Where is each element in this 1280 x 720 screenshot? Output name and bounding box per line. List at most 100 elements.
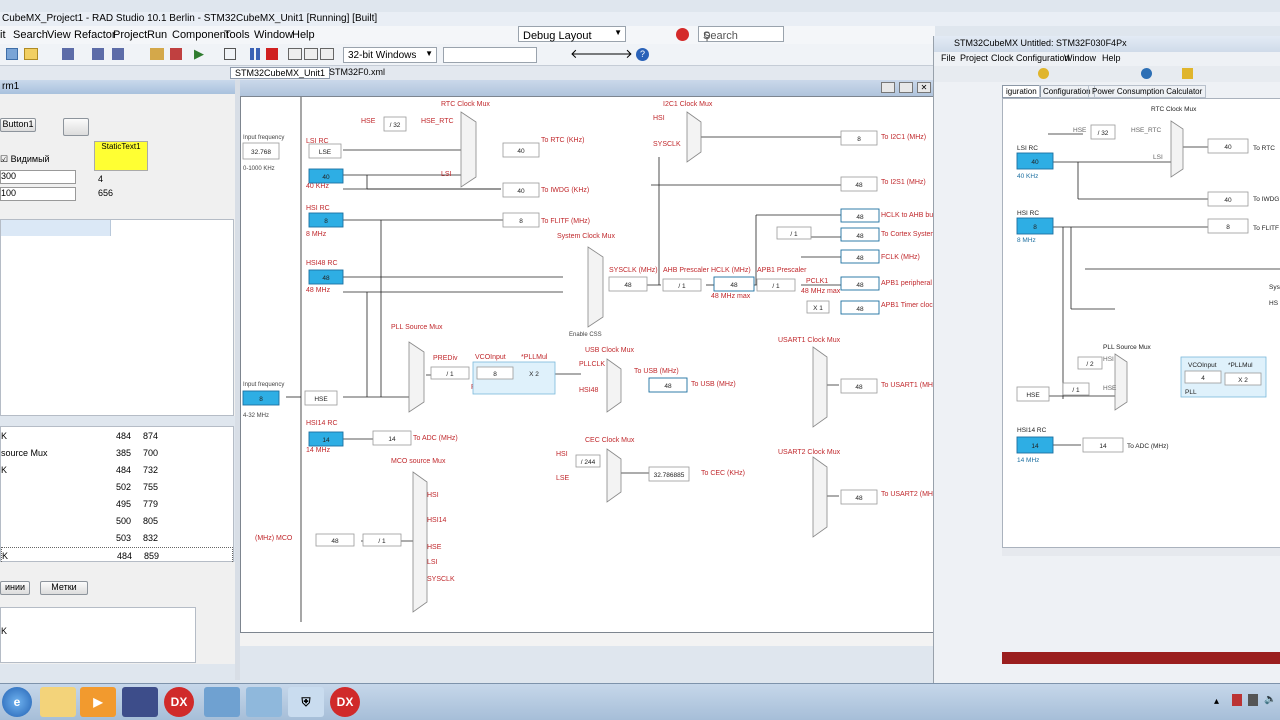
folder-icon[interactable] <box>40 687 76 717</box>
media-player-icon[interactable]: ▶ <box>80 687 116 717</box>
step-over-icon[interactable] <box>288 48 302 60</box>
close-file-icon[interactable] <box>112 48 124 60</box>
new-file-icon[interactable] <box>6 48 18 60</box>
menu-view[interactable]: View <box>47 29 71 41</box>
minimize-icon[interactable] <box>881 82 895 93</box>
tray-network-icon[interactable] <box>1248 694 1258 706</box>
tablet-icon[interactable] <box>204 687 240 717</box>
table-row[interactable]: 500 805 <box>1 513 233 530</box>
pause-icon[interactable] <box>250 48 254 60</box>
generate-icon[interactable] <box>1038 68 1049 79</box>
table-row[interactable]: K 484 874 <box>1 428 233 445</box>
tray-up-icon[interactable]: ▴ <box>1214 696 1219 707</box>
tab-configuration[interactable]: Configuration <box>1039 85 1095 98</box>
memo[interactable]: K <box>0 607 196 663</box>
label-hsi-mhz: 8 MHz <box>306 231 327 238</box>
label-to-i2c1: To I2C1 (MHz) <box>881 134 926 141</box>
label-hsi14-rc: HSI14 RC <box>306 420 338 427</box>
maximize-icon[interactable] <box>899 82 913 93</box>
menu-run[interactable]: Run <box>147 29 167 41</box>
table-row[interactable]: source Mux 385 700 <box>1 445 233 462</box>
hsi14-value: 14 <box>322 437 330 444</box>
button1[interactable]: Button1 <box>0 118 36 132</box>
lines-button[interactable]: инии <box>0 581 30 595</box>
table-row[interactable]: 502 755 <box>1 479 233 496</box>
label-hsi48: HSI48 <box>579 387 599 394</box>
forward-arrow-icon[interactable]: 🡒 <box>598 46 633 62</box>
menu-edit[interactable]: it <box>0 29 6 41</box>
label-lsi: LSI <box>441 171 452 178</box>
string-grid-top[interactable] <box>0 219 234 416</box>
save-icon[interactable] <box>62 48 74 60</box>
cube-label-pll-mux: PLL Source Mux <box>1103 344 1152 351</box>
menu-search[interactable]: Search <box>13 29 48 41</box>
save-icon[interactable] <box>122 687 158 717</box>
grid-h-scrollbar[interactable] <box>0 562 235 574</box>
table-row[interactable]: 495 779 <box>1 496 233 513</box>
tab-stm32f0-xml[interactable]: STM32F0.xml <box>325 67 389 79</box>
menu-refactor[interactable]: Refactor <box>74 29 116 41</box>
open-folder-icon[interactable] <box>24 48 38 60</box>
string-grid-bottom[interactable]: K 484 874 source Mux 385 700 K 484 732 502 755 495 7… <box>0 426 234 564</box>
labels-button[interactable]: Метки <box>40 581 88 595</box>
rtc-value: 40 <box>517 148 525 155</box>
ide-search-input[interactable]: ⚲ Search <box>698 26 784 43</box>
speed-button[interactable] <box>63 118 89 136</box>
refresh-icon[interactable] <box>1141 68 1152 79</box>
run-without-debug-icon[interactable] <box>224 48 236 60</box>
usb-value: 48 <box>664 383 672 390</box>
edit1[interactable]: 300 <box>0 170 76 184</box>
grid-selected-cell[interactable] <box>1 220 111 236</box>
shield-icon[interactable]: ⛨ <box>288 687 324 717</box>
cube-h-scrollbar[interactable] <box>1002 548 1280 556</box>
dx-icon[interactable]: DX <box>164 687 194 717</box>
table-row[interactable]: 503 832 <box>1 530 233 547</box>
cube-menu-file[interactable]: File <box>941 53 956 63</box>
help-icon[interactable]: ? <box>636 48 649 61</box>
tray-volume-icon[interactable]: 🔈 <box>1264 694 1276 705</box>
menu-tools[interactable]: Tools <box>224 29 250 41</box>
tab-pinout[interactable]: iguration <box>1002 85 1041 98</box>
run-to-cursor-icon[interactable] <box>320 48 334 60</box>
cube-menu-window[interactable]: Window <box>1064 53 1096 63</box>
label-to-flitf: To FLITF (MHz) <box>541 218 590 225</box>
dx-red-icon[interactable]: DX <box>330 687 360 717</box>
tab-power[interactable]: Power Consumption Calculator <box>1088 85 1207 98</box>
remove-file-icon[interactable] <box>170 48 182 60</box>
help-book-icon[interactable] <box>1182 68 1193 79</box>
visible-checkbox[interactable]: ☑ Видимый <box>0 154 50 165</box>
platform-combo[interactable]: 32-bit Windows ▼ <box>343 47 437 63</box>
cubemx-title-bar: STM32CubeMX Untitled: STM32F030F4Px <box>934 36 1280 52</box>
table-cell: 732 <box>143 465 159 475</box>
label-lsi-khz: 40 KHz <box>306 183 329 190</box>
cube-menu-help[interactable]: Help <box>1102 53 1121 63</box>
embarcadero-icon[interactable]: e <box>2 687 32 717</box>
table-cell: 502 <box>116 482 132 492</box>
open-project-icon[interactable] <box>150 48 164 60</box>
cube-menu-project[interactable]: Project <box>960 53 988 63</box>
image-icon[interactable] <box>246 687 282 717</box>
trace-into-icon[interactable] <box>304 48 318 60</box>
input-freq-value: 32.768 <box>251 149 271 156</box>
label-hsi-rc: HSI RC <box>306 205 330 212</box>
menu-component[interactable]: Component <box>172 29 229 41</box>
run-icon[interactable]: ▶ <box>194 46 204 62</box>
save-all-icon[interactable] <box>92 48 104 60</box>
table-row[interactable]: K 484 732 <box>1 462 233 479</box>
tab-stm32cubemx-unit1[interactable]: STM32CubeMX_Unit1 <box>230 67 331 79</box>
stop-debug-icon[interactable] <box>676 28 689 41</box>
menu-window[interactable]: Window <box>254 29 293 41</box>
layout-combo[interactable]: Debug Layout ▼ <box>518 26 626 42</box>
label-sys-mux: System Clock Mux <box>557 233 615 240</box>
menu-project[interactable]: Project <box>113 29 147 41</box>
form-title-bar: rm1 <box>0 80 235 94</box>
ide-title-bar: CubeMX_Project1 - RAD Studio 10.1 Berlin… <box>0 12 1280 26</box>
config-combo[interactable] <box>443 47 537 63</box>
menu-help[interactable]: Help <box>292 29 315 41</box>
cube-label-hsi: HSI <box>1103 356 1114 363</box>
cube-menu-clock[interactable]: Clock Configuration <box>991 53 1070 63</box>
close-icon[interactable]: ✕ <box>917 82 931 93</box>
stop-icon[interactable] <box>266 48 278 60</box>
tray-flag-icon[interactable] <box>1232 694 1242 706</box>
edit2[interactable]: 100 <box>0 187 76 201</box>
